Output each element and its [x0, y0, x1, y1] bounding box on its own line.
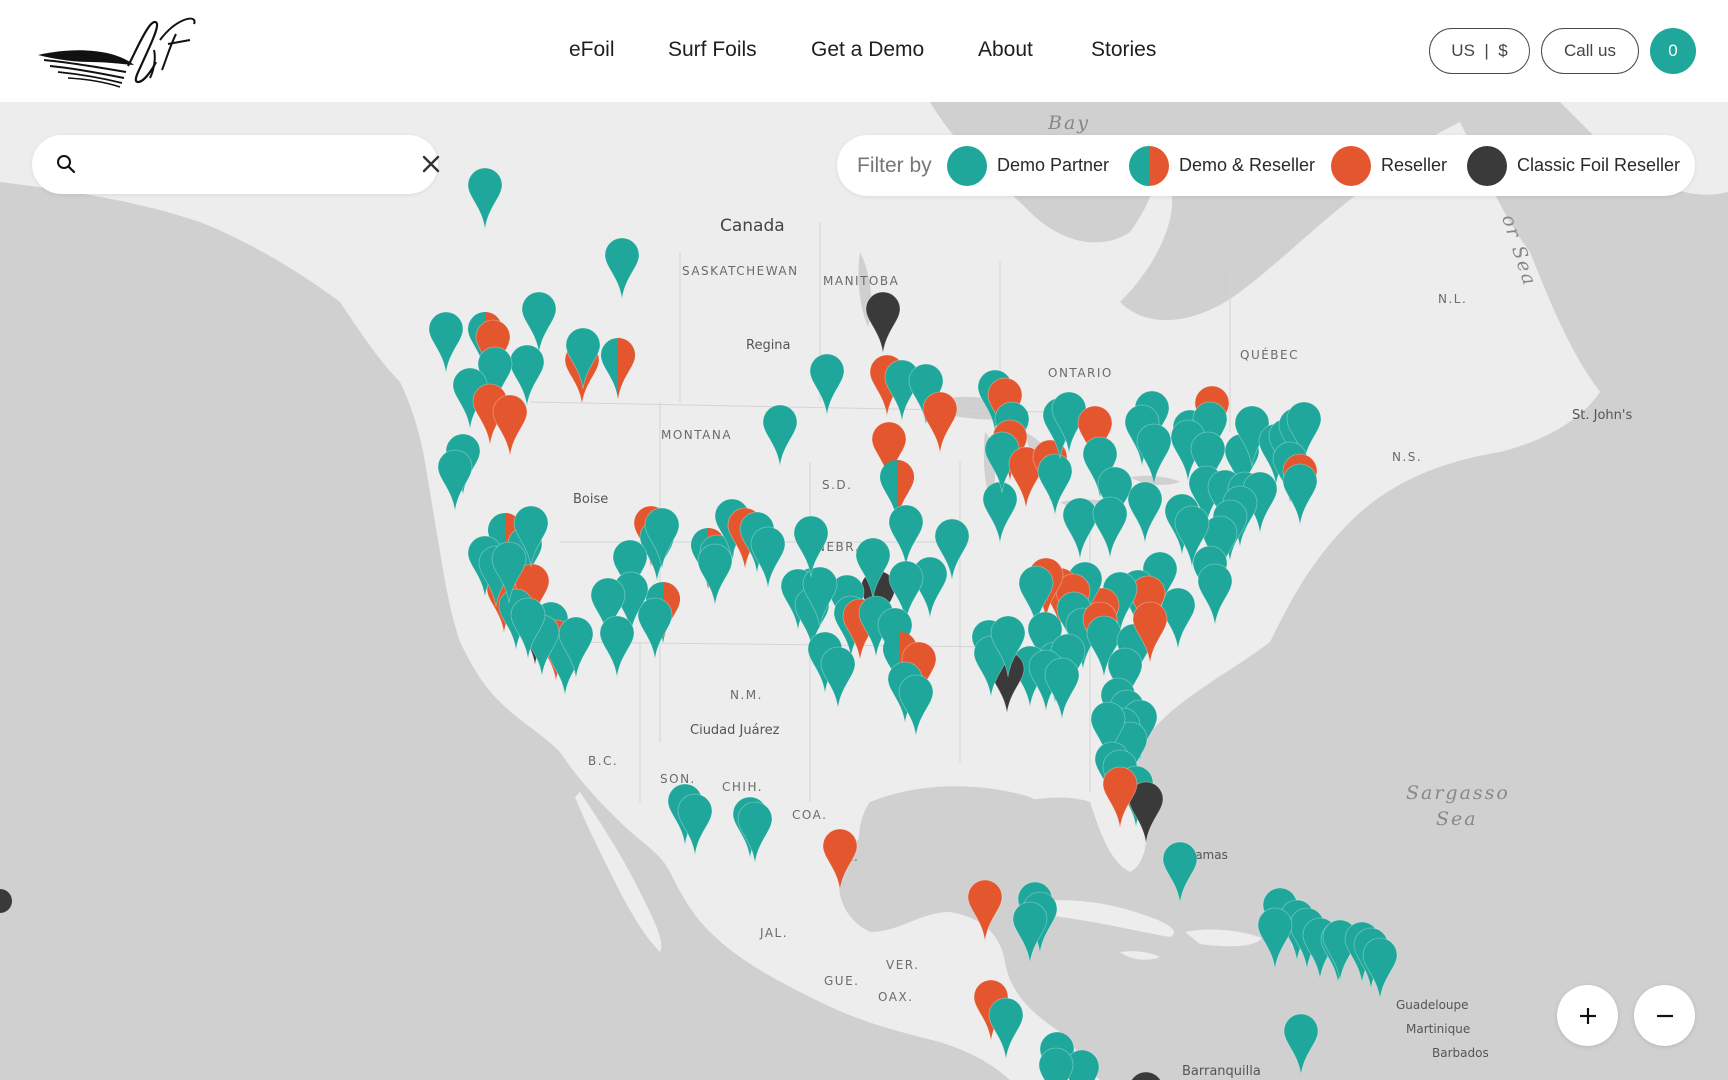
plus-icon [1579, 1007, 1596, 1024]
map-pin [1102, 766, 1138, 829]
nav-surf-foils[interactable]: Surf Foils [668, 38, 757, 62]
map-pin [967, 879, 1003, 942]
map-pin [697, 543, 733, 606]
map-pin [637, 597, 673, 660]
filter-title: Filter by [857, 154, 932, 177]
filter-demo-reseller[interactable]: Demo & Reseller [1129, 145, 1315, 186]
map-pin [1162, 841, 1198, 904]
filter-label: Demo Partner [997, 155, 1110, 175]
map-pin [521, 291, 557, 354]
map-pin [599, 615, 635, 678]
call-us-button[interactable]: Call us [1541, 28, 1639, 74]
map-pin [437, 449, 473, 512]
map-pin [492, 394, 528, 457]
reseller-swatch [1331, 145, 1371, 186]
map-pin [1062, 497, 1098, 560]
location-search [32, 135, 440, 194]
map-pin [604, 237, 640, 300]
zoom-out-button[interactable] [1634, 985, 1695, 1046]
map-pin [1131, 1071, 1161, 1080]
nav-stories[interactable]: Stories [1091, 38, 1156, 62]
map-pin [762, 404, 798, 467]
dealer-map[interactable]: Canada SASKATCHEWAN MANITOBA ONTARIO QUÉ… [0, 102, 1728, 1080]
map-pin [1362, 937, 1398, 1000]
filter-classic-foil-reseller[interactable]: Classic Foil Reseller [1467, 145, 1680, 186]
map-pin [922, 391, 958, 454]
map-pin [737, 801, 773, 864]
map-pin [601, 338, 635, 399]
site-header: eFoil Surf Foils Get a Demo About Storie… [0, 0, 1728, 102]
cart-count: 0 [1668, 41, 1678, 60]
map-pin [677, 793, 713, 856]
map-pin [1012, 901, 1048, 964]
minus-icon [1656, 1014, 1673, 1017]
map-pin [750, 526, 786, 589]
filter-label: Classic Foil Reseller [1517, 155, 1681, 175]
map-pin [467, 167, 503, 230]
search-icon [57, 155, 76, 174]
map-pin [1127, 481, 1163, 544]
map-pin [982, 481, 1018, 544]
filter-label: Reseller [1381, 155, 1448, 175]
map-pin [822, 828, 858, 891]
classic-swatch [1467, 145, 1507, 186]
map-pin [565, 327, 601, 390]
map-pin [865, 291, 901, 354]
map-pin [888, 504, 924, 567]
map-pin [1092, 496, 1128, 559]
cart-button[interactable]: 0 [1650, 28, 1696, 74]
map-pin [1136, 423, 1172, 486]
nav-about[interactable]: About [978, 38, 1033, 62]
zoom-in-button[interactable] [1557, 985, 1618, 1046]
nav-get-a-demo[interactable]: Get a Demo [811, 38, 924, 62]
map-pin [1283, 1013, 1319, 1076]
map-pin [1257, 907, 1293, 970]
filter-reseller[interactable]: Reseller [1331, 145, 1447, 186]
filter-label: Demo & Reseller [1179, 155, 1316, 175]
map-pin [1038, 1047, 1074, 1080]
search-input[interactable] [102, 147, 382, 181]
map-pin [988, 997, 1024, 1060]
map-pin [809, 353, 845, 416]
region-currency-label: US | $ [1451, 41, 1508, 60]
demo-partner-swatch [947, 145, 987, 186]
map-pin [898, 674, 934, 737]
nav-efoil[interactable]: eFoil [569, 38, 615, 62]
map-pin [0, 889, 12, 913]
map-pin [428, 311, 464, 374]
call-us-label: Call us [1564, 41, 1616, 60]
filter-bar: Filter by Demo Partner Demo & Reseller R… [837, 135, 1695, 196]
filter-demo-partner[interactable]: Demo Partner [947, 145, 1109, 186]
map-pins [0, 167, 1398, 1080]
map-pin [820, 646, 856, 709]
map-pin [1197, 563, 1233, 626]
close-icon[interactable] [422, 155, 440, 173]
map-pin [1282, 463, 1318, 526]
map-pin [1044, 657, 1080, 720]
demo-reseller-swatch [1129, 145, 1169, 186]
region-currency-button[interactable]: US | $ [1429, 28, 1530, 74]
